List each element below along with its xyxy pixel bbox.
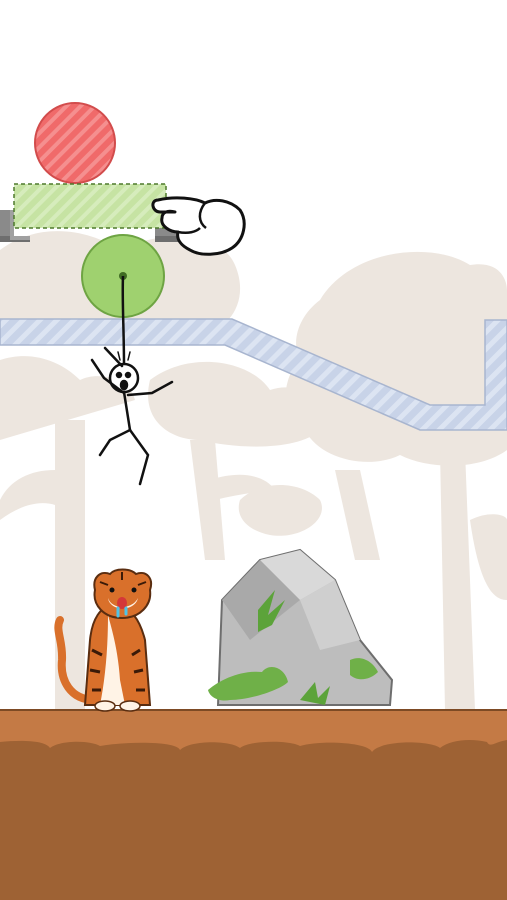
- green-removable-block[interactable]: [13, 183, 167, 229]
- game-canvas: [0, 102, 507, 900]
- game-scene: [0, 0, 507, 900]
- red-ball: [34, 102, 116, 184]
- mossy-rock: [208, 548, 394, 706]
- ground: [0, 709, 507, 900]
